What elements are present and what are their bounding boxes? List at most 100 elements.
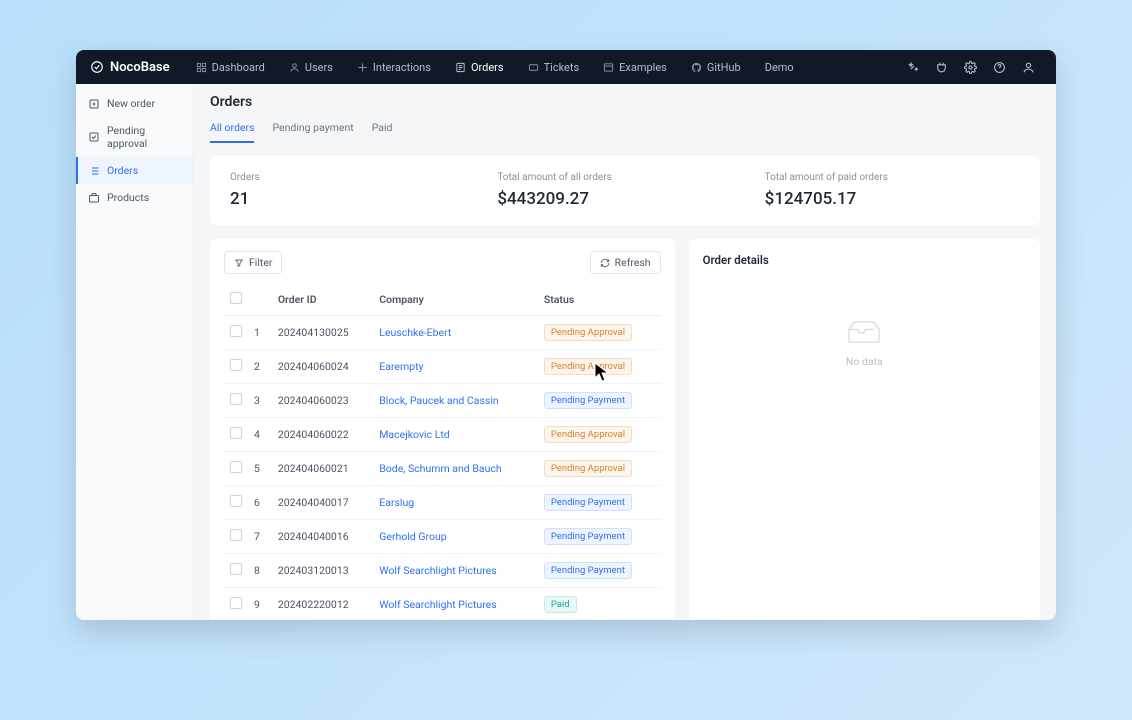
nav-github[interactable]: GitHub (681, 55, 751, 80)
row-index: 4 (248, 418, 272, 452)
new-order-icon (88, 98, 100, 110)
company-link[interactable]: Gerhold Group (379, 530, 446, 543)
magic-icon[interactable] (899, 56, 926, 79)
app-frame: NocoBase Dashboard Users Interactions Or… (76, 50, 1056, 620)
tab-all-orders[interactable]: All orders (210, 116, 254, 143)
nav-examples[interactable]: Examples (593, 55, 677, 80)
cell-order-id: 202404040016 (272, 520, 373, 554)
tab-pending-payment[interactable]: Pending payment (272, 116, 353, 143)
help-icon[interactable] (986, 56, 1013, 79)
nav-users[interactable]: Users (279, 55, 343, 80)
table-row[interactable]: 2202404060024EaremptyPending Approval (224, 350, 661, 384)
tab-label: All orders (210, 121, 254, 134)
company-link[interactable]: Leuschke-Ebert (379, 326, 451, 339)
status-badge: Pending Approval (544, 426, 632, 443)
refresh-icon (600, 258, 610, 268)
checkbox-row[interactable] (230, 597, 242, 609)
table-row[interactable]: 9202402220012Wolf Searchlight PicturesPa… (224, 588, 661, 621)
table-row[interactable]: 5202404060021Bode, Schumm and BauchPendi… (224, 452, 661, 486)
status-badge: Pending Approval (544, 460, 632, 477)
github-icon (691, 62, 702, 73)
company-link[interactable]: Earslug (379, 496, 414, 509)
products-icon (88, 192, 100, 204)
company-link[interactable]: Earempty (379, 360, 423, 373)
checkbox-row[interactable] (230, 563, 242, 575)
table-row[interactable]: 4202404060022Macejkovic LtdPending Appro… (224, 418, 661, 452)
refresh-button[interactable]: Refresh (590, 251, 661, 274)
table-row[interactable]: 1202404130025Leuschke-EbertPending Appro… (224, 316, 661, 350)
filter-label: Filter (249, 256, 272, 269)
filter-icon (234, 258, 244, 268)
row-index: 3 (248, 384, 272, 418)
row-index: 7 (248, 520, 272, 554)
nav-demo[interactable]: Demo (755, 55, 804, 80)
cell-order-id: 202404060024 (272, 350, 373, 384)
nav-label: GitHub (707, 61, 741, 74)
stat-label: Total amount of all orders (497, 172, 752, 183)
no-data-text: No data (846, 355, 883, 368)
brand[interactable]: NocoBase (90, 60, 170, 75)
stat-total: Total amount of all orders $443209.27 (497, 172, 752, 209)
company-link[interactable]: Wolf Searchlight Pictures (379, 598, 496, 611)
company-link[interactable]: Macejkovic Ltd (379, 428, 449, 441)
details-card: Order details No data (689, 239, 1040, 620)
company-link[interactable]: Bode, Schumm and Bauch (379, 462, 501, 475)
sidebar-item-pending-approval[interactable]: Pending approval (76, 117, 193, 157)
user-icon[interactable] (1015, 56, 1042, 79)
orders-list-icon (88, 165, 100, 177)
nav-dashboard[interactable]: Dashboard (186, 55, 275, 80)
stat-value: $443209.27 (497, 189, 752, 209)
nav-tickets[interactable]: Tickets (518, 55, 590, 80)
plugin-icon[interactable] (928, 56, 955, 79)
sidebar-item-new-order[interactable]: New order (76, 90, 193, 117)
table-row[interactable]: 8202403120013Wolf Searchlight PicturesPe… (224, 554, 661, 588)
status-badge: Pending Payment (544, 528, 632, 545)
cell-order-id: 202404130025 (272, 316, 373, 350)
details-title: Order details (703, 253, 1026, 267)
checkbox-row[interactable] (230, 461, 242, 473)
stat-value: 21 (230, 189, 485, 209)
table-row[interactable]: 3202404060023Block, Paucek and CassinPen… (224, 384, 661, 418)
brand-name: NocoBase (110, 60, 170, 75)
company-link[interactable]: Block, Paucek and Cassin (379, 394, 498, 407)
table-row[interactable]: 6202404040017EarslugPending Payment (224, 486, 661, 520)
sidebar-item-orders[interactable]: Orders (76, 157, 193, 184)
stat-orders: Orders 21 (230, 172, 485, 209)
tabs: All orders Pending payment Paid (210, 116, 1040, 144)
checkbox-row[interactable] (230, 427, 242, 439)
checkbox-all[interactable] (230, 292, 242, 304)
status-badge: Pending Payment (544, 562, 632, 579)
company-link[interactable]: Wolf Searchlight Pictures (379, 564, 496, 577)
table-card: Filter Refresh Order ID (210, 239, 675, 620)
table-row[interactable]: 7202404040016 Gerhold Group Pending Paymen… (224, 520, 661, 554)
sidebar-item-products[interactable]: Products (76, 184, 193, 211)
col-status[interactable]: Status (538, 284, 661, 316)
pending-approval-icon (88, 131, 100, 143)
nav-interactions[interactable]: Interactions (347, 55, 441, 80)
status-badge: Pending Approval (544, 324, 632, 341)
orders-icon (455, 62, 466, 73)
status-badge: Pending Payment (544, 494, 632, 511)
nav-orders[interactable]: Orders (445, 55, 514, 80)
checkbox-row[interactable] (230, 529, 242, 541)
stats-card: Orders 21 Total amount of all orders $44… (210, 156, 1040, 225)
row-index: 2 (248, 350, 272, 384)
filter-button[interactable]: Filter (224, 251, 282, 274)
col-order-id[interactable]: Order ID (272, 284, 373, 316)
cell-order-id: 202402220012 (272, 588, 373, 621)
table-toolbar: Filter Refresh (224, 251, 661, 274)
tab-paid[interactable]: Paid (372, 116, 393, 143)
status-badge: Paid (544, 596, 577, 613)
empty-icon (844, 317, 884, 347)
settings-icon[interactable] (957, 56, 984, 79)
checkbox-row[interactable] (230, 495, 242, 507)
checkbox-row[interactable] (230, 359, 242, 371)
nav-label: Demo (765, 61, 794, 74)
checkbox-row[interactable] (230, 325, 242, 337)
examples-icon (603, 62, 614, 73)
status-badge: Pending Payment (544, 392, 632, 409)
main: Orders All orders Pending payment Paid O… (194, 84, 1056, 620)
stat-value: $124705.17 (765, 189, 1020, 209)
checkbox-row[interactable] (230, 393, 242, 405)
col-company[interactable]: Company (373, 284, 538, 316)
